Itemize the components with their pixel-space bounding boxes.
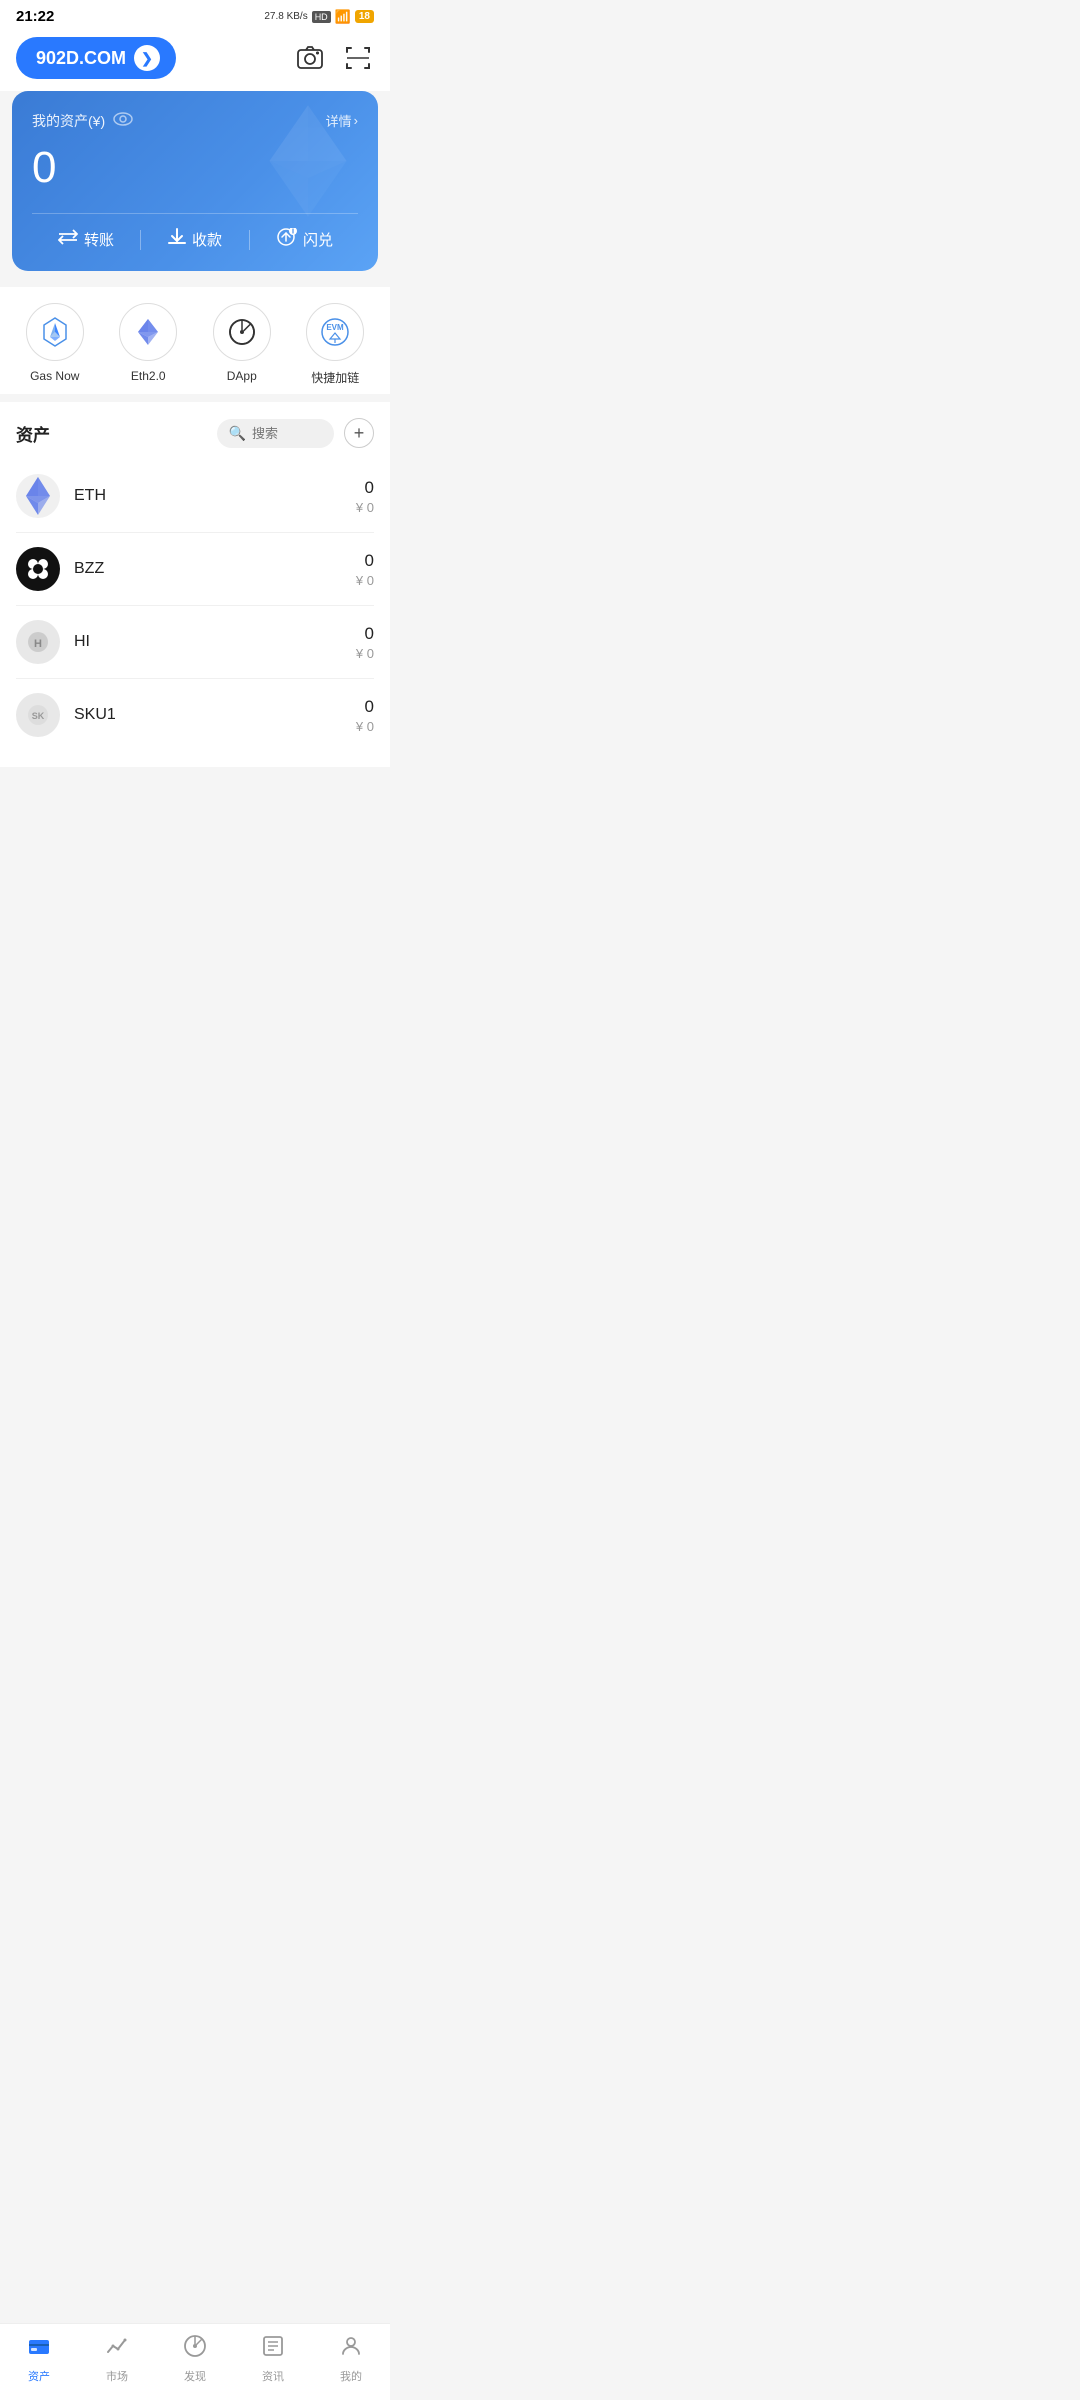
quick-item-evm[interactable]: EVM 快捷加链 bbox=[306, 303, 364, 386]
svg-text:EVM: EVM bbox=[327, 323, 345, 332]
hi-logo: H bbox=[16, 620, 60, 664]
gas-now-icon-circle bbox=[26, 303, 84, 361]
hi-amount: 0 bbox=[356, 624, 374, 644]
eth-balance: 0 ¥ 0 bbox=[356, 478, 374, 515]
sku1-symbol: SKU1 bbox=[74, 706, 342, 724]
receive-label: 收款 bbox=[192, 229, 222, 250]
nav-item-market[interactable]: 市场 bbox=[105, 2334, 129, 2384]
search-input[interactable] bbox=[252, 426, 322, 441]
dapp-label: DApp bbox=[227, 369, 257, 383]
search-bar[interactable]: 🔍 bbox=[217, 419, 334, 448]
receive-action[interactable]: 收款 bbox=[141, 228, 249, 251]
svg-text:SK: SK bbox=[32, 711, 45, 721]
asset-section-header: 资产 🔍 + bbox=[16, 418, 374, 448]
scan-icon[interactable] bbox=[342, 42, 374, 74]
swap-action[interactable]: 闪兑 bbox=[250, 228, 358, 251]
profile-nav-label: 我的 bbox=[340, 2368, 362, 2384]
asset-list: ETH 0 ¥ 0 BZZ 0 ¥ 0 bbox=[16, 460, 374, 751]
asset-card: 我的资产(¥) 详情 › 0 bbox=[12, 91, 378, 271]
gas-now-label: Gas Now bbox=[30, 369, 79, 383]
search-icon: 🔍 bbox=[229, 425, 246, 442]
hd-badge: HD bbox=[312, 11, 331, 23]
asset-label-text: 我的资产(¥) bbox=[32, 111, 105, 131]
nav-item-assets[interactable]: 资产 bbox=[27, 2334, 51, 2384]
asset-label: 我的资产(¥) bbox=[32, 111, 133, 131]
speed-indicator: 27.8 KB/s bbox=[264, 11, 307, 22]
bzz-logo bbox=[16, 547, 60, 591]
eth-amount: 0 bbox=[356, 478, 374, 498]
quick-item-gas-now[interactable]: Gas Now bbox=[26, 303, 84, 386]
quick-menu: Gas Now Eth2.0 DApp bbox=[0, 287, 390, 394]
nav-item-discover[interactable]: 发现 bbox=[183, 2334, 207, 2384]
brand-arrow-button[interactable]: ❯ bbox=[134, 45, 160, 71]
transfer-label: 转账 bbox=[84, 229, 114, 250]
evm-label: 快捷加链 bbox=[311, 369, 359, 386]
svg-text:H: H bbox=[34, 638, 42, 650]
search-area: 🔍 + bbox=[201, 418, 374, 448]
market-nav-label: 市场 bbox=[106, 2368, 128, 2384]
news-nav-label: 资讯 bbox=[262, 2368, 284, 2384]
signal-icon: 📶 bbox=[335, 9, 351, 25]
market-nav-icon bbox=[105, 2334, 129, 2364]
brand-name: 902D.COM bbox=[36, 48, 126, 69]
assets-nav-icon bbox=[27, 2334, 51, 2364]
battery-indicator: 18 bbox=[355, 10, 374, 23]
discover-nav-icon bbox=[183, 2334, 207, 2364]
camera-add-icon[interactable] bbox=[294, 42, 326, 74]
bzz-symbol: BZZ bbox=[74, 560, 342, 578]
evm-icon-circle: EVM bbox=[306, 303, 364, 361]
asset-item-eth[interactable]: ETH 0 ¥ 0 bbox=[16, 460, 374, 533]
eth2-label: Eth2.0 bbox=[131, 369, 166, 383]
transfer-action[interactable]: 转账 bbox=[32, 229, 140, 250]
status-time: 21:22 bbox=[16, 8, 54, 25]
eye-icon[interactable] bbox=[113, 112, 133, 131]
bottom-nav: 资产 市场 发现 bbox=[0, 2323, 390, 2400]
quick-item-eth2[interactable]: Eth2.0 bbox=[119, 303, 177, 386]
status-bar: 21:22 27.8 KB/s HD 📶 18 bbox=[0, 0, 390, 29]
assets-nav-label: 资产 bbox=[28, 2368, 50, 2384]
transfer-icon bbox=[58, 229, 78, 250]
bzz-amount: 0 bbox=[356, 551, 374, 571]
news-nav-icon bbox=[261, 2334, 285, 2364]
nav-icons bbox=[294, 42, 374, 74]
eth-cny: ¥ 0 bbox=[356, 500, 374, 515]
add-asset-button[interactable]: + bbox=[344, 418, 374, 448]
discover-nav-label: 发现 bbox=[184, 2368, 206, 2384]
receive-icon bbox=[168, 228, 186, 251]
quick-item-dapp[interactable]: DApp bbox=[213, 303, 271, 386]
brand-pill[interactable]: 902D.COM ❯ bbox=[16, 37, 176, 79]
asset-item-hi[interactable]: H HI 0 ¥ 0 bbox=[16, 606, 374, 679]
eth-watermark bbox=[258, 101, 358, 226]
sku1-amount: 0 bbox=[356, 697, 374, 717]
asset-item-bzz[interactable]: BZZ 0 ¥ 0 bbox=[16, 533, 374, 606]
swap-icon bbox=[275, 228, 297, 251]
profile-nav-icon bbox=[339, 2334, 363, 2364]
bzz-cny: ¥ 0 bbox=[356, 573, 374, 588]
status-icons: 27.8 KB/s HD 📶 18 bbox=[264, 9, 374, 25]
eth-logo bbox=[16, 474, 60, 518]
sku1-cny: ¥ 0 bbox=[356, 719, 374, 734]
dapp-icon-circle bbox=[213, 303, 271, 361]
asset-section: 资产 🔍 + ETH 0 ¥ 0 bbox=[0, 402, 390, 767]
sku1-balance: 0 ¥ 0 bbox=[356, 697, 374, 734]
bzz-balance: 0 ¥ 0 bbox=[356, 551, 374, 588]
nav-item-profile[interactable]: 我的 bbox=[339, 2334, 363, 2384]
nav-item-news[interactable]: 资讯 bbox=[261, 2334, 285, 2384]
eth-symbol: ETH bbox=[74, 487, 342, 505]
asset-item-sku1[interactable]: SK SKU1 0 ¥ 0 bbox=[16, 679, 374, 751]
asset-section-title: 资产 bbox=[16, 421, 50, 446]
swap-label: 闪兑 bbox=[303, 229, 333, 250]
sku1-logo: SK bbox=[16, 693, 60, 737]
hi-balance: 0 ¥ 0 bbox=[356, 624, 374, 661]
hi-symbol: HI bbox=[74, 633, 342, 651]
eth2-icon-circle bbox=[119, 303, 177, 361]
top-nav: 902D.COM ❯ bbox=[0, 29, 390, 91]
hi-cny: ¥ 0 bbox=[356, 646, 374, 661]
